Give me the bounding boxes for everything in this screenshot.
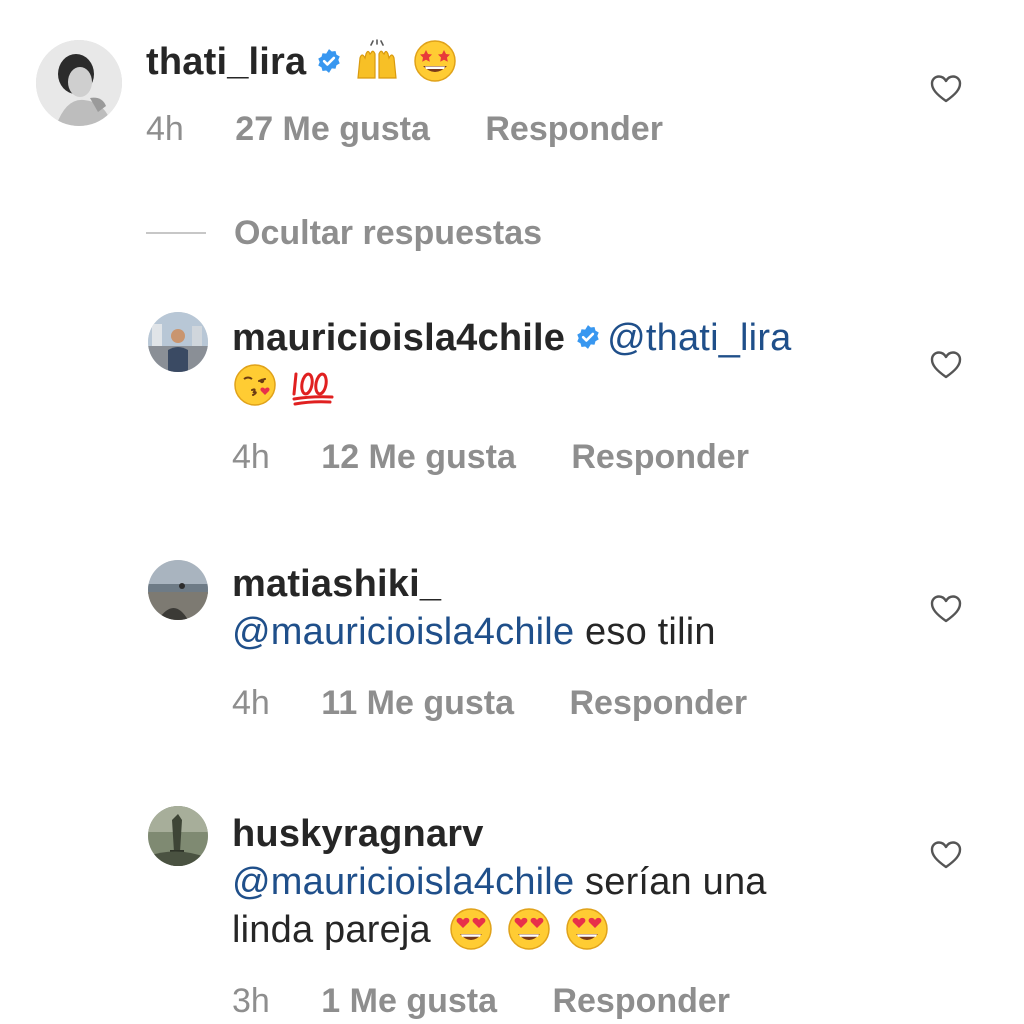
avatar[interactable]	[148, 312, 208, 372]
comment-meta: 3h 1 Me gusta Responder	[232, 982, 730, 1021]
like-count[interactable]: 1 Me gusta	[321, 982, 497, 1021]
kissing-heart-emoji	[232, 362, 278, 408]
comment-meta: 4h 12 Me gusta Responder	[232, 438, 749, 477]
verified-badge-icon	[577, 325, 599, 349]
comment-time: 4h	[232, 684, 270, 722]
like-count[interactable]: 12 Me gusta	[321, 438, 516, 477]
hide-replies-label[interactable]: Ocultar respuestas	[234, 214, 542, 253]
username[interactable]: mauricioisla4chile	[232, 317, 565, 359]
heart-eyes-emoji	[564, 906, 610, 952]
verified-badge-icon	[318, 49, 341, 73]
comment-meta: 4h 11 Me gusta Responder	[232, 684, 747, 723]
profile-photo	[148, 312, 208, 372]
like-heart-icon[interactable]	[930, 74, 962, 104]
comment-meta: 4h 27 Me gusta Responder	[146, 110, 663, 149]
like-count[interactable]: 27 Me gusta	[235, 110, 430, 149]
reply-button[interactable]: Responder	[569, 684, 747, 723]
hundred-points-emoji	[290, 362, 336, 408]
mention-link[interactable]: @mauricioisla4chile	[232, 861, 574, 903]
avatar[interactable]	[148, 560, 208, 620]
hide-replies-toggle[interactable]: Ocultar respuestas	[146, 208, 542, 258]
star-struck-emoji	[412, 38, 458, 84]
profile-photo	[36, 40, 122, 126]
like-heart-icon[interactable]	[930, 840, 962, 870]
avatar[interactable]	[36, 40, 122, 126]
reply-button[interactable]: Responder	[485, 110, 663, 149]
reply-button[interactable]: Responder	[571, 438, 749, 477]
reply-button[interactable]: Responder	[552, 982, 730, 1021]
username[interactable]: matiashiki_	[232, 563, 441, 605]
username[interactable]: thati_lira	[146, 41, 306, 83]
like-count[interactable]: 11 Me gusta	[321, 684, 514, 723]
comment-text-line1: serían una	[585, 861, 767, 903]
like-heart-icon[interactable]	[930, 594, 962, 624]
heart-eyes-emoji	[506, 906, 552, 952]
mention-link[interactable]: @mauricioisla4chile	[232, 611, 574, 653]
comment-text: eso tilin	[585, 611, 716, 653]
profile-photo	[148, 806, 208, 866]
comment-time: 4h	[146, 110, 184, 148]
like-heart-icon[interactable]	[930, 350, 962, 380]
avatar[interactable]	[148, 806, 208, 866]
comment-time: 3h	[232, 982, 270, 1020]
heart-eyes-emoji	[448, 906, 494, 952]
username[interactable]: huskyragnarv	[232, 813, 484, 855]
comment-time: 4h	[232, 438, 270, 476]
hide-replies-divider	[146, 232, 206, 234]
raising-hands-emoji	[354, 38, 400, 84]
profile-photo	[148, 560, 208, 620]
comment-text-line2: linda pareja	[232, 909, 431, 952]
mention-link[interactable]: @thati_lira	[607, 317, 791, 359]
